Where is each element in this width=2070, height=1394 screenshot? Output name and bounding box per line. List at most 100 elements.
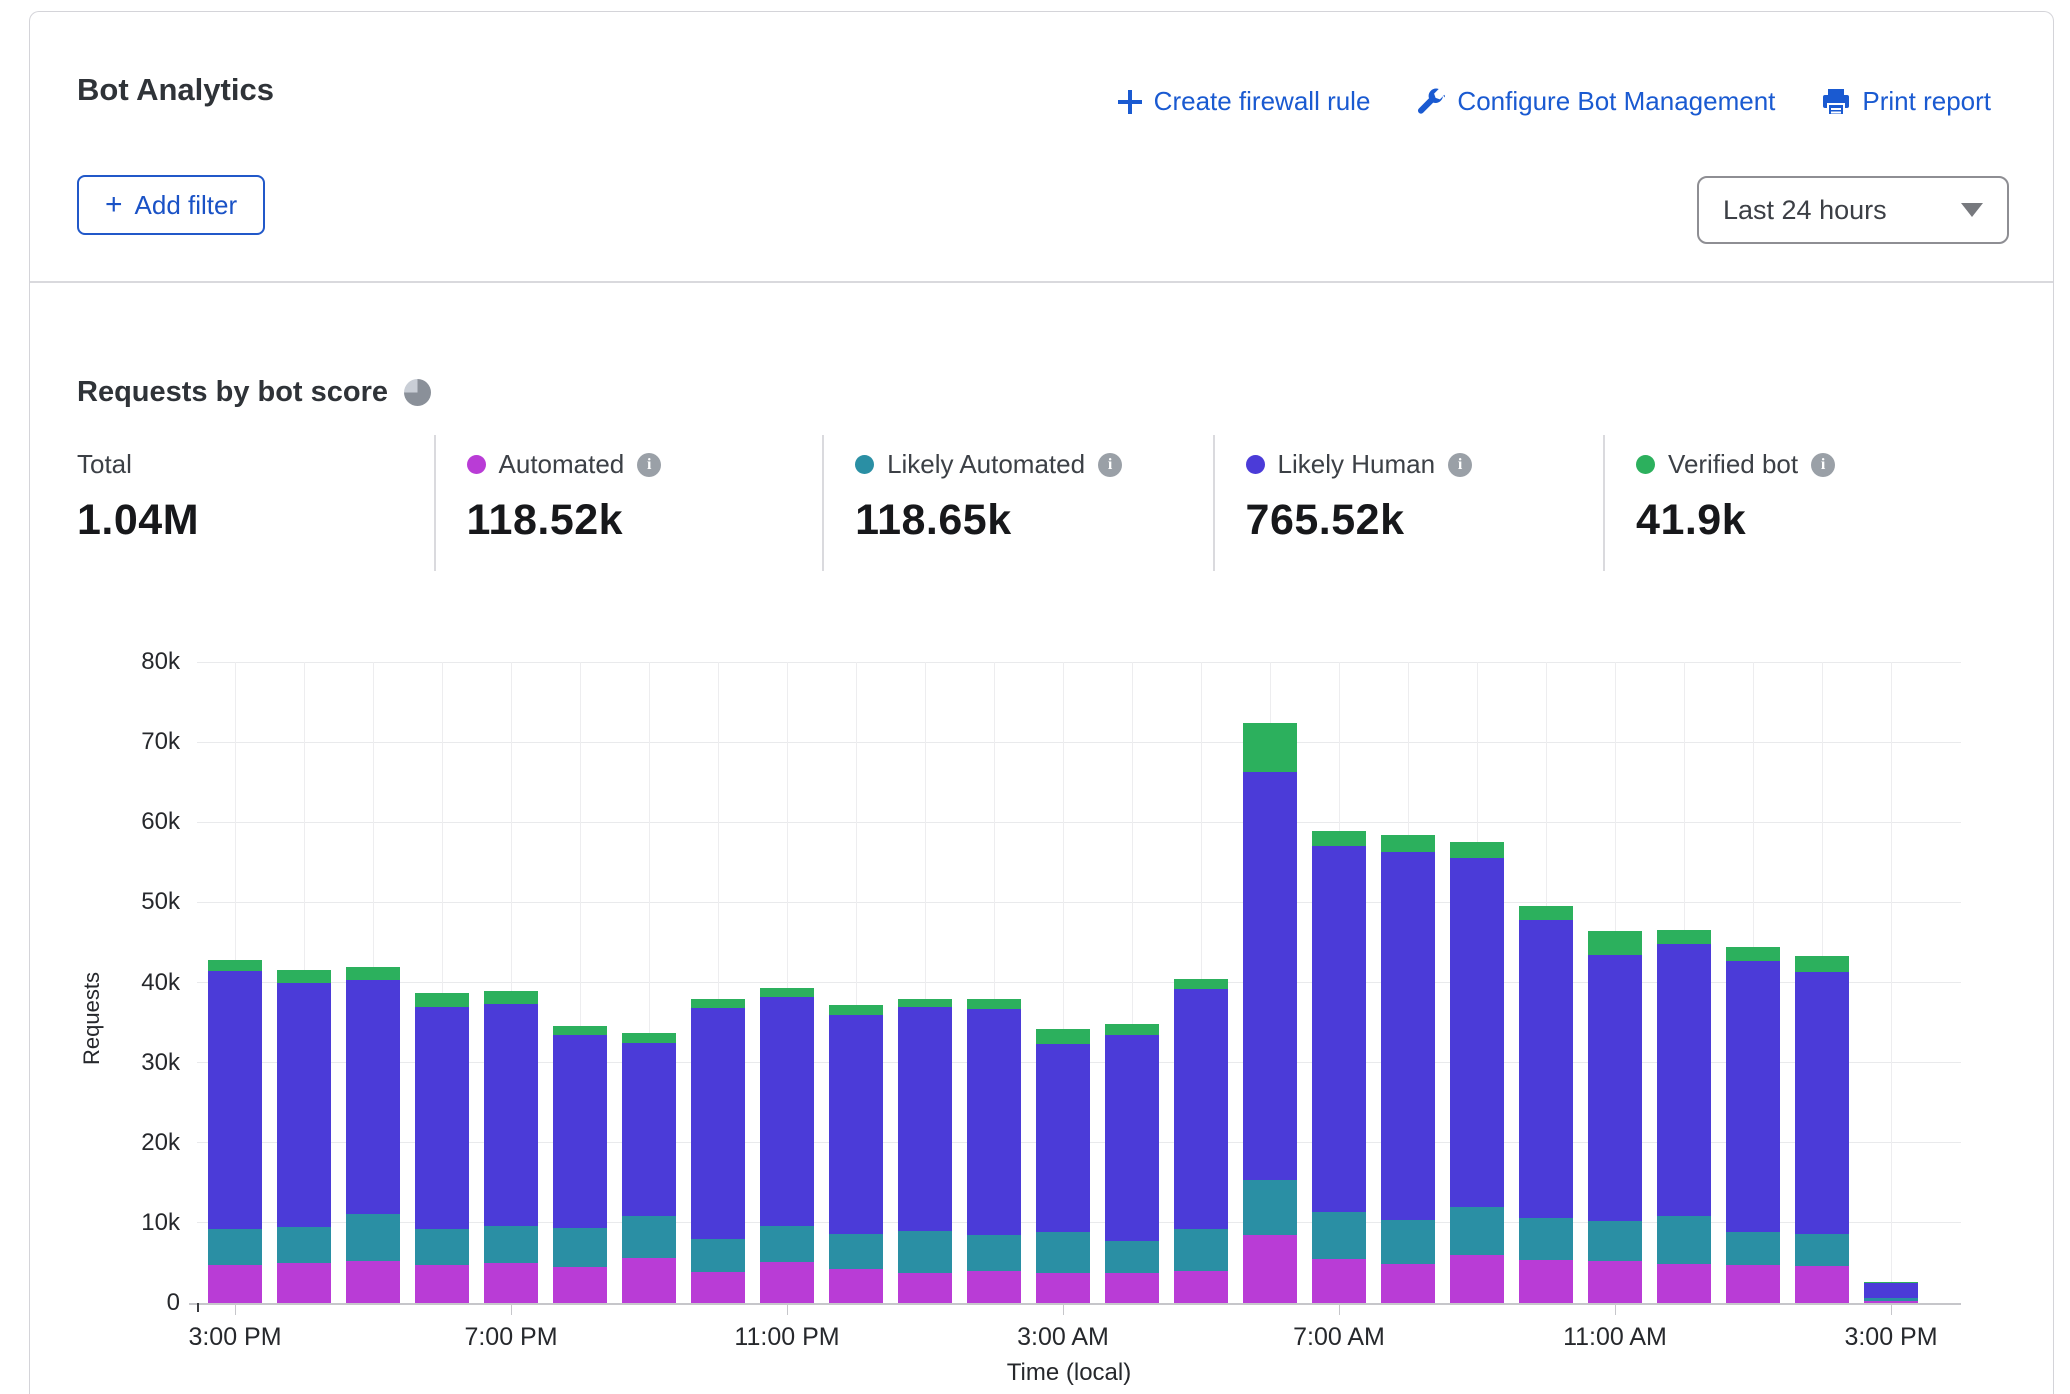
stacked-bar-4[interactable] bbox=[484, 991, 538, 1303]
stacked-bar-15[interactable] bbox=[1243, 723, 1297, 1303]
segment-automated[interactable] bbox=[622, 1258, 676, 1303]
segment-verified-bot[interactable] bbox=[1381, 835, 1435, 852]
segment-automated[interactable] bbox=[1588, 1261, 1642, 1303]
segment-automated[interactable] bbox=[484, 1263, 538, 1303]
segment-likely-automated[interactable] bbox=[1036, 1232, 1090, 1273]
add-filter-button[interactable]: + Add filter bbox=[77, 175, 265, 235]
segment-verified-bot[interactable] bbox=[760, 988, 814, 997]
segment-likely-human[interactable] bbox=[484, 1004, 538, 1226]
stacked-bar-2[interactable] bbox=[346, 967, 400, 1303]
segment-automated[interactable] bbox=[1795, 1266, 1849, 1303]
segment-automated[interactable] bbox=[760, 1262, 814, 1303]
segment-likely-automated[interactable] bbox=[277, 1227, 331, 1263]
segment-likely-automated[interactable] bbox=[691, 1239, 745, 1272]
info-icon[interactable]: i bbox=[637, 453, 661, 477]
segment-likely-automated[interactable] bbox=[1519, 1218, 1573, 1260]
segment-likely-human[interactable] bbox=[829, 1015, 883, 1235]
segment-automated[interactable] bbox=[1657, 1264, 1711, 1303]
stacked-bar-18[interactable] bbox=[1450, 842, 1504, 1303]
segment-verified-bot[interactable] bbox=[553, 1026, 607, 1036]
segment-automated[interactable] bbox=[1381, 1264, 1435, 1303]
segment-automated[interactable] bbox=[829, 1269, 883, 1303]
segment-likely-automated[interactable] bbox=[1657, 1216, 1711, 1264]
info-icon[interactable]: i bbox=[1811, 453, 1835, 477]
stacked-bar-7[interactable] bbox=[691, 999, 745, 1303]
segment-likely-automated[interactable] bbox=[967, 1235, 1021, 1271]
segment-verified-bot[interactable] bbox=[1174, 979, 1228, 989]
segment-verified-bot[interactable] bbox=[1795, 956, 1849, 972]
time-range-select[interactable]: Last 24 hours bbox=[1697, 176, 2009, 244]
stacked-bar-19[interactable] bbox=[1519, 906, 1573, 1303]
stacked-bar-23[interactable] bbox=[1795, 956, 1849, 1303]
segment-verified-bot[interactable] bbox=[1105, 1024, 1159, 1035]
segment-automated[interactable] bbox=[1312, 1259, 1366, 1303]
stacked-bar-20[interactable] bbox=[1588, 931, 1642, 1303]
segment-verified-bot[interactable] bbox=[1036, 1029, 1090, 1044]
segment-verified-bot[interactable] bbox=[1588, 931, 1642, 955]
segment-automated[interactable] bbox=[208, 1265, 262, 1303]
segment-likely-automated[interactable] bbox=[1312, 1212, 1366, 1259]
segment-verified-bot[interactable] bbox=[346, 967, 400, 981]
segment-automated[interactable] bbox=[553, 1267, 607, 1303]
segment-likely-human[interactable] bbox=[1450, 858, 1504, 1207]
segment-likely-human[interactable] bbox=[691, 1008, 745, 1239]
segment-likely-automated[interactable] bbox=[1726, 1232, 1780, 1266]
segment-verified-bot[interactable] bbox=[898, 999, 952, 1008]
stacked-bar-0[interactable] bbox=[208, 960, 262, 1303]
stacked-bar-16[interactable] bbox=[1312, 831, 1366, 1303]
segment-likely-human[interactable] bbox=[898, 1007, 952, 1231]
segment-verified-bot[interactable] bbox=[415, 993, 469, 1007]
segment-verified-bot[interactable] bbox=[829, 1005, 883, 1015]
segment-likely-automated[interactable] bbox=[829, 1234, 883, 1268]
segment-likely-human[interactable] bbox=[1726, 961, 1780, 1232]
info-icon[interactable]: i bbox=[1448, 453, 1472, 477]
segment-likely-automated[interactable] bbox=[1450, 1207, 1504, 1255]
print-report-link[interactable]: Print report bbox=[1821, 86, 1991, 117]
segment-automated[interactable] bbox=[898, 1273, 952, 1303]
segment-verified-bot[interactable] bbox=[622, 1033, 676, 1043]
segment-likely-automated[interactable] bbox=[1588, 1221, 1642, 1261]
segment-likely-human[interactable] bbox=[415, 1007, 469, 1230]
segment-likely-automated[interactable] bbox=[898, 1231, 952, 1273]
stacked-bar-13[interactable] bbox=[1105, 1024, 1159, 1303]
segment-automated[interactable] bbox=[1450, 1255, 1504, 1303]
segment-verified-bot[interactable] bbox=[277, 970, 331, 984]
segment-verified-bot[interactable] bbox=[208, 960, 262, 970]
segment-likely-human[interactable] bbox=[1243, 772, 1297, 1181]
segment-likely-human[interactable] bbox=[553, 1035, 607, 1227]
segment-automated[interactable] bbox=[691, 1272, 745, 1303]
segment-automated[interactable] bbox=[1036, 1273, 1090, 1303]
segment-automated[interactable] bbox=[1519, 1260, 1573, 1303]
segment-likely-human[interactable] bbox=[1588, 955, 1642, 1221]
segment-automated[interactable] bbox=[1174, 1271, 1228, 1303]
stacked-bar-11[interactable] bbox=[967, 999, 1021, 1303]
segment-automated[interactable] bbox=[967, 1271, 1021, 1303]
segment-verified-bot[interactable] bbox=[484, 991, 538, 1004]
segment-verified-bot[interactable] bbox=[691, 999, 745, 1008]
segment-automated[interactable] bbox=[277, 1263, 331, 1303]
stacked-bar-24[interactable] bbox=[1864, 1282, 1918, 1303]
stacked-bar-9[interactable] bbox=[829, 1005, 883, 1303]
segment-likely-human[interactable] bbox=[1105, 1035, 1159, 1241]
segment-likely-human[interactable] bbox=[1795, 972, 1849, 1234]
stacked-bar-8[interactable] bbox=[760, 988, 814, 1303]
segment-likely-human[interactable] bbox=[1381, 852, 1435, 1220]
segment-likely-human[interactable] bbox=[760, 997, 814, 1226]
segment-likely-automated[interactable] bbox=[622, 1216, 676, 1258]
create-firewall-rule-link[interactable]: Create firewall rule bbox=[1117, 86, 1371, 117]
segment-likely-human[interactable] bbox=[277, 983, 331, 1227]
segment-likely-automated[interactable] bbox=[484, 1226, 538, 1263]
segment-automated[interactable] bbox=[415, 1265, 469, 1303]
segment-likely-human[interactable] bbox=[1312, 846, 1366, 1211]
segment-likely-automated[interactable] bbox=[1105, 1241, 1159, 1272]
stacked-bar-22[interactable] bbox=[1726, 947, 1780, 1303]
segment-verified-bot[interactable] bbox=[1312, 831, 1366, 846]
segment-likely-automated[interactable] bbox=[1243, 1180, 1297, 1234]
segment-likely-human[interactable] bbox=[1864, 1283, 1918, 1299]
stacked-bar-1[interactable] bbox=[277, 970, 331, 1303]
stacked-bar-5[interactable] bbox=[553, 1026, 607, 1303]
info-icon[interactable]: i bbox=[1098, 453, 1122, 477]
segment-likely-automated[interactable] bbox=[760, 1226, 814, 1262]
segment-likely-automated[interactable] bbox=[553, 1228, 607, 1267]
configure-bot-management-link[interactable]: Configure Bot Management bbox=[1416, 86, 1775, 117]
